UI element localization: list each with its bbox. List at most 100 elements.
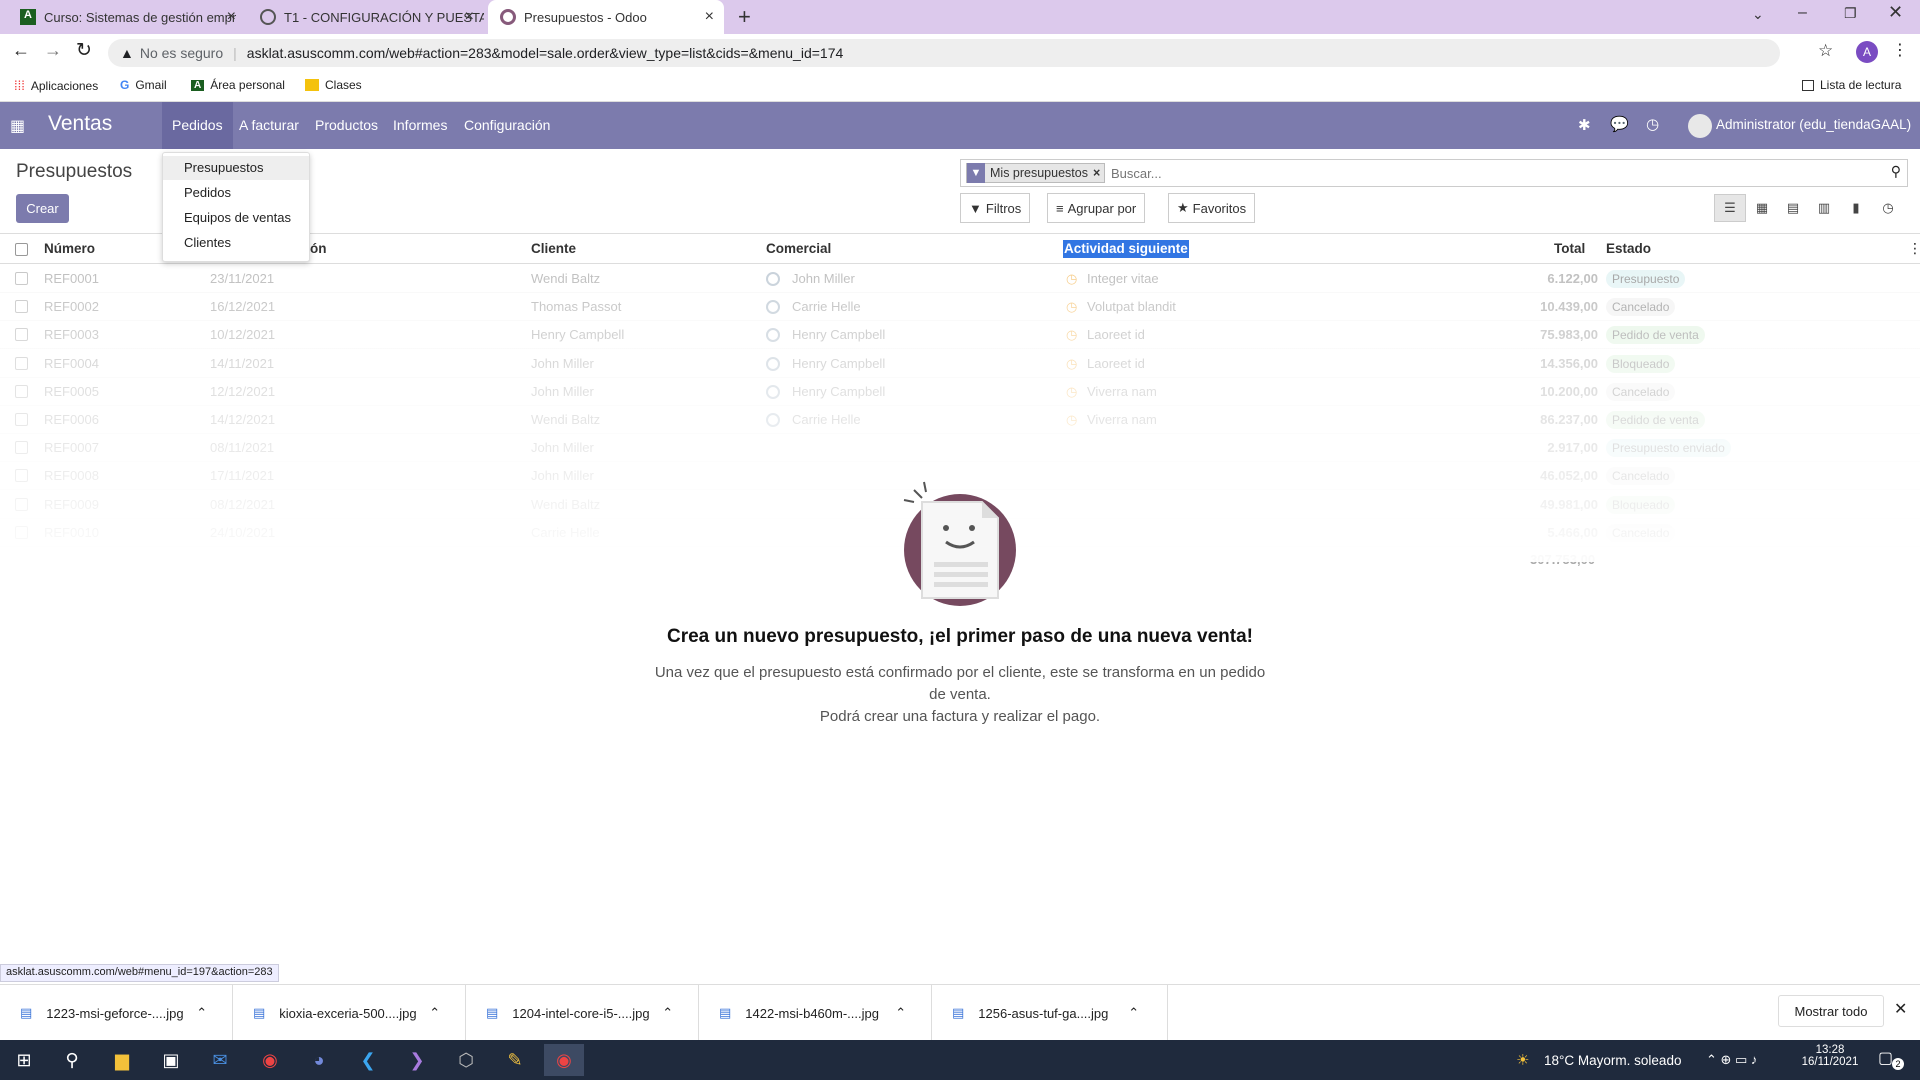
dropdown-item-pedidos[interactable]: Pedidos xyxy=(163,181,309,205)
create-button[interactable]: Crear xyxy=(16,194,69,223)
windows-start-icon[interactable]: ⊞ xyxy=(4,1044,44,1076)
menu-configuracion[interactable]: Configuración xyxy=(454,102,560,149)
table-row[interactable]: REF0005 12/12/2021 John Miller Henry Campbe… xyxy=(0,378,1920,406)
row-checkbox[interactable] xyxy=(15,272,28,285)
download-item[interactable]: ▤ 1256-asus-tuf-ga....jpg ⌃ xyxy=(932,985,1168,1041)
browser-tab-3[interactable]: Presupuestos - Odoo × xyxy=(488,0,724,34)
row-checkbox[interactable] xyxy=(15,413,28,426)
search-icon[interactable]: ⚲ xyxy=(52,1044,92,1076)
notifications-icon[interactable]: ▢ xyxy=(1878,1048,1893,1068)
minimize-icon[interactable]: – xyxy=(1798,4,1807,22)
bookmark-area-personal[interactable]: A Área personal xyxy=(191,78,285,92)
close-tab-icon[interactable]: × xyxy=(227,8,236,26)
profile-avatar[interactable]: A xyxy=(1856,41,1878,63)
activity-clock-icon[interactable]: ◷ xyxy=(1066,271,1077,287)
header-total[interactable]: Total xyxy=(1554,234,1585,264)
browser-tab-2[interactable]: T1 - CONFIGURACIÓN Y PUESTA × xyxy=(248,0,484,34)
chevron-up-icon[interactable]: ⌃ xyxy=(662,1005,673,1021)
back-icon[interactable]: ← xyxy=(12,40,30,61)
vscode-icon[interactable]: ❮ xyxy=(348,1044,388,1076)
filters-button[interactable]: ▼ Filtros xyxy=(960,193,1031,223)
download-item[interactable]: ▤ 1223-msi-geforce-....jpg ⌃ xyxy=(0,985,233,1041)
chevron-up-icon[interactable]: ⌃ xyxy=(1128,1005,1139,1021)
download-item[interactable]: ▤ 1422-msi-b460m-....jpg ⌃ xyxy=(699,985,932,1041)
weather-text[interactable]: 18°C Mayorm. soleado xyxy=(1544,1053,1681,1068)
bookmark-clases[interactable]: Clases xyxy=(305,78,362,92)
menu-pedidos[interactable]: Pedidos xyxy=(162,102,233,149)
menu-a-facturar[interactable]: A facturar xyxy=(229,102,309,149)
app-tool-icon[interactable]: ✎ xyxy=(495,1044,535,1076)
app-hexagon-icon[interactable]: ⬡ xyxy=(446,1044,486,1076)
chat-icon[interactable]: 💬 xyxy=(1610,115,1629,133)
browser-tab-1[interactable]: A Curso: Sistemas de gestión empr × xyxy=(8,0,246,34)
bookmark-gmail[interactable]: G Gmail xyxy=(120,78,167,92)
remove-facet-icon[interactable]: × xyxy=(1093,166,1104,180)
file-explorer-icon[interactable]: ▆ xyxy=(102,1044,142,1076)
row-checkbox[interactable] xyxy=(15,384,28,398)
calendar-view-icon[interactable]: ▤ xyxy=(1777,194,1809,222)
optional-columns-icon[interactable]: ⋮ xyxy=(1908,240,1920,257)
row-checkbox[interactable] xyxy=(15,328,28,342)
download-item[interactable]: ▤ kioxia-exceria-500....jpg ⌃ xyxy=(233,985,466,1041)
activity-clock-icon[interactable]: ◷ xyxy=(1066,384,1077,400)
user-avatar[interactable] xyxy=(1688,114,1712,138)
dropdown-item-equipos[interactable]: Equipos de ventas xyxy=(163,206,309,230)
row-checkbox[interactable] xyxy=(15,497,28,511)
pivot-view-icon[interactable]: ▥ xyxy=(1808,194,1840,222)
row-checkbox[interactable] xyxy=(15,441,28,455)
header-estado[interactable]: Estado xyxy=(1606,234,1651,264)
browser-menu-icon[interactable]: ⋮ xyxy=(1892,40,1908,60)
bug-icon[interactable]: ✱ xyxy=(1578,116,1591,134)
header-comercial[interactable]: Comercial xyxy=(766,234,831,264)
bookmark-star-icon[interactable]: ☆ xyxy=(1818,41,1833,61)
reading-list[interactable]: Lista de lectura xyxy=(1802,78,1901,92)
activity-clock-icon[interactable]: ◷ xyxy=(1066,299,1077,315)
activity-clock-icon[interactable]: ◷ xyxy=(1066,412,1077,428)
store-icon[interactable]: ▣ xyxy=(151,1044,191,1076)
select-all-checkbox[interactable] xyxy=(15,243,28,256)
row-checkbox[interactable] xyxy=(15,525,28,539)
visual-studio-icon[interactable]: ❯ xyxy=(397,1044,437,1076)
row-checkbox[interactable] xyxy=(15,469,28,483)
table-row[interactable]: REF0007 08/11/2021 John Miller 2.917,00 Pres… xyxy=(0,434,1920,463)
close-tab-icon[interactable]: × xyxy=(465,8,474,26)
chrome-active-icon[interactable]: ◉ xyxy=(544,1044,584,1076)
header-actividad[interactable]: Actividad siguiente xyxy=(1063,240,1189,258)
favorites-button[interactable]: ★ Favoritos xyxy=(1168,193,1256,223)
activity-clock-icon[interactable]: ◷ xyxy=(1066,327,1077,343)
activity-clock-icon[interactable]: ◷ xyxy=(1646,115,1659,133)
search-icon[interactable]: ⚲ xyxy=(1891,163,1901,180)
table-row[interactable]: REF0001 23/11/2021 Wendi Baltz John Miller ◷… xyxy=(0,265,1920,293)
mail-icon[interactable]: ✉ xyxy=(200,1044,240,1076)
kanban-view-icon[interactable]: ▦ xyxy=(1746,194,1778,222)
list-view-icon[interactable]: ☰ xyxy=(1714,194,1746,222)
table-row[interactable]: REF0002 16/12/2021 Thomas Passot Carrie Hel… xyxy=(0,293,1920,322)
header-numero[interactable]: Número xyxy=(44,234,95,264)
chevron-up-icon[interactable]: ⌃ xyxy=(895,1005,906,1021)
close-window-icon[interactable]: ✕ xyxy=(1888,2,1903,23)
url-field[interactable]: ▲ No es seguro | asklat.asuscomm.com/web… xyxy=(108,39,1780,67)
chevron-up-icon[interactable]: ⌃ xyxy=(429,1005,440,1021)
row-checkbox[interactable] xyxy=(15,356,28,370)
menu-informes[interactable]: Informes xyxy=(383,102,457,149)
show-all-button[interactable]: Mostrar todo xyxy=(1778,995,1884,1027)
row-checkbox[interactable] xyxy=(15,300,28,314)
new-tab-icon[interactable]: + xyxy=(738,4,751,30)
download-item[interactable]: ▤ 1204-intel-core-i5-....jpg ⌃ xyxy=(466,985,699,1041)
header-fecha[interactable]: ón xyxy=(310,234,327,264)
apps-menu-icon[interactable]: ▦ xyxy=(10,116,25,136)
activity-clock-icon[interactable]: ◷ xyxy=(1066,356,1077,372)
table-row[interactable]: REF0006 14/12/2021 Wendi Baltz Carrie Helle… xyxy=(0,406,1920,434)
dropdown-item-clientes[interactable]: Clientes xyxy=(163,231,309,255)
table-row[interactable]: REF0004 14/11/2021 John Miller Henry Campbe… xyxy=(0,350,1920,378)
graph-view-icon[interactable]: ▮ xyxy=(1840,194,1872,222)
clock[interactable]: 13:28 16/11/2021 xyxy=(1800,1044,1860,1068)
tab-search-icon[interactable]: ⌄ xyxy=(1752,6,1764,23)
app-name[interactable]: Ventas xyxy=(48,112,112,136)
table-row[interactable]: REF0003 10/12/2021 Henry Campbell Henry Cam… xyxy=(0,321,1920,350)
activity-view-icon[interactable]: ◷ xyxy=(1872,194,1904,222)
group-by-button[interactable]: ≡ Agrupar por xyxy=(1047,193,1146,223)
search-input[interactable] xyxy=(1111,163,1811,183)
discord-icon[interactable]: ◕ xyxy=(299,1044,339,1076)
chevron-up-icon[interactable]: ⌃ xyxy=(196,1005,207,1021)
